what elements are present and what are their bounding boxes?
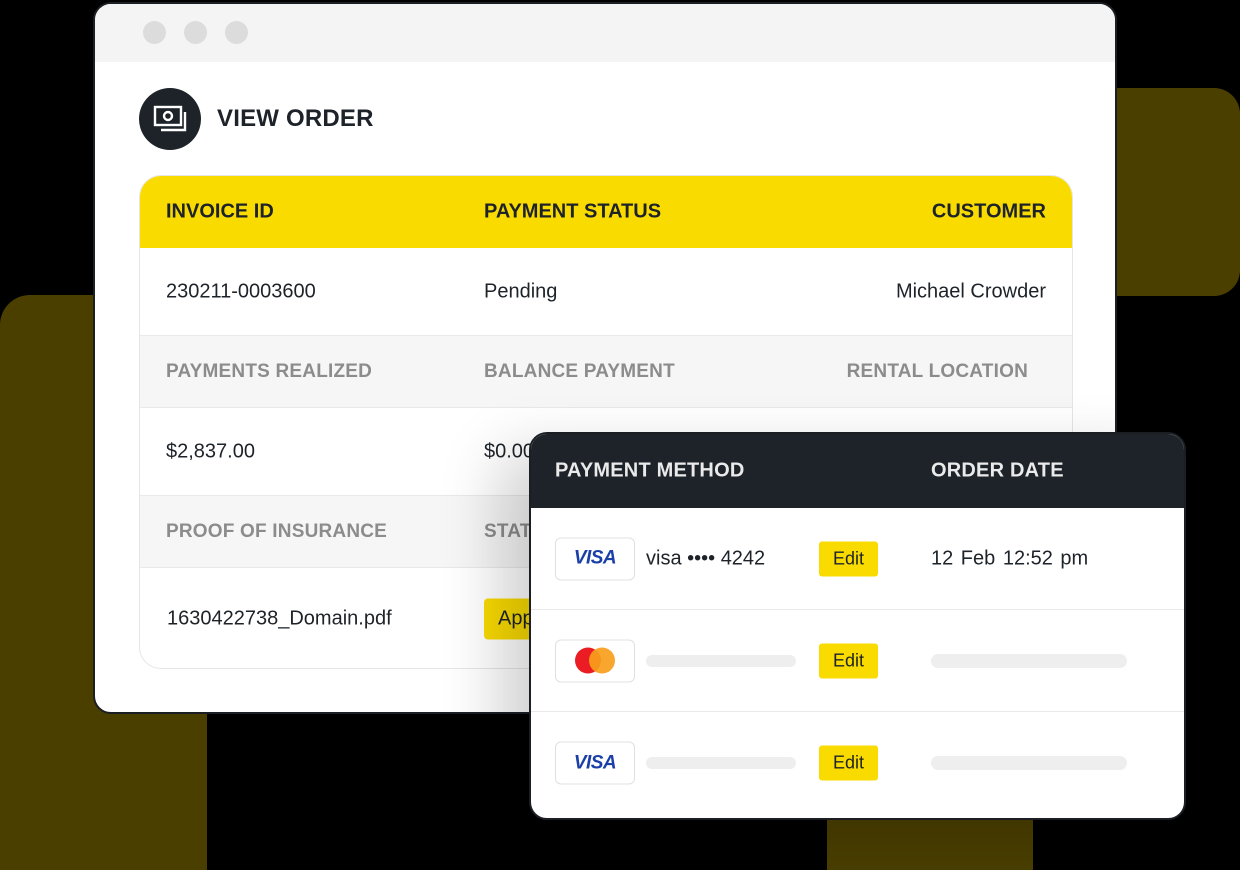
payment-row: VISA visa •••• 4242 Edit 12 Feb 12:52 pm [531, 508, 1184, 610]
table-row: 230211-0003600 Pending Michael Crowder [140, 248, 1072, 336]
order-date-value: 12 Feb 12:52 pm [931, 547, 1089, 569]
payment-method-card: PAYMENT METHOD ORDER DATE VISA visa ••••… [529, 432, 1186, 820]
column-header-invoice-id: INVOICE ID [166, 200, 274, 223]
payment-row: Edit [531, 610, 1184, 712]
card-number: visa •••• 4242 [646, 547, 766, 569]
page-title: VIEW ORDER [217, 105, 374, 132]
window-control-dot[interactable] [225, 21, 248, 44]
column-header-payment-method: PAYMENT METHOD [555, 459, 745, 482]
invoice-id-value: 230211-0003600 [166, 280, 316, 302]
proof-file-link[interactable]: 1630422738_Domain.pdf [167, 608, 392, 631]
edit-payment-button[interactable]: Edit [819, 541, 879, 576]
label-payments-realized: PAYMENTS REALIZED [166, 360, 373, 382]
visa-logo: VISA [555, 741, 635, 785]
balance-payment-value: $0.00 [484, 440, 535, 462]
mastercard-logo [555, 639, 635, 682]
window-control-dot[interactable] [184, 21, 207, 44]
window-titlebar [95, 4, 1115, 62]
edit-payment-button[interactable]: Edit [819, 643, 879, 678]
payment-card-header: PAYMENT METHOD ORDER DATE [531, 434, 1184, 508]
payments-realized-value: $2,837.00 [166, 440, 255, 462]
column-header-payment-status: PAYMENT STATUS [484, 200, 662, 223]
label-rental-location: RENTAL LOCATION [846, 360, 1028, 382]
order-header: VIEW ORDER [139, 88, 374, 150]
mastercard-icon [575, 647, 615, 674]
card-number-placeholder [646, 757, 796, 769]
table-header-row: INVOICE ID PAYMENT STATUS CUSTOMER [140, 176, 1072, 248]
order-date-placeholder [931, 653, 1127, 668]
window-control-dot[interactable] [143, 21, 166, 44]
customer-name-value: Michael Crowder [895, 280, 1046, 302]
money-bill-icon [139, 88, 201, 150]
visa-logo-text: VISA [573, 752, 617, 773]
column-header-order-date: ORDER DATE [931, 459, 1064, 482]
visa-logo: VISA [555, 537, 635, 580]
column-header-customer: CUSTOMER [931, 200, 1046, 223]
label-balance-payment: BALANCE PAYMENT [484, 360, 675, 382]
card-number-placeholder [646, 654, 796, 667]
payment-row: VISA Edit [531, 712, 1184, 814]
edit-payment-button[interactable]: Edit [819, 745, 879, 781]
payment-status-value: Pending [484, 280, 558, 302]
visa-logo-text: VISA [573, 547, 617, 569]
label-proof-of-insurance: PROOF OF INSURANCE [166, 520, 388, 542]
section-label-row: PAYMENTS REALIZED BALANCE PAYMENT RENTAL… [140, 336, 1072, 408]
order-date-placeholder [931, 756, 1127, 770]
